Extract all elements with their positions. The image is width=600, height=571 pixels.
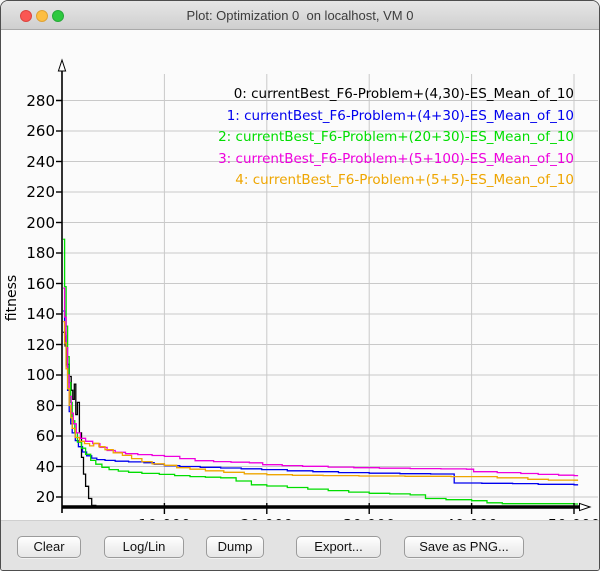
y-tick-label: 80 — [1, 397, 55, 415]
legend-entry-3: 3: currentBest_F6-Problem+(5+100)-ES_Mea… — [218, 149, 574, 171]
plot-window: Plot: Optimization 0 on localhost, VM 0 … — [0, 0, 600, 571]
button-bar: Clear Log/Lin Dump Export... Save as PNG… — [1, 520, 600, 571]
y-tick-label: 120 — [1, 336, 55, 354]
clear-button[interactable]: Clear — [17, 536, 81, 558]
series-line-0 — [63, 332, 578, 507]
legend-entry-0: 0: currentBest_F6-Problem+(4,30)-ES_Mean… — [218, 84, 574, 106]
y-tick-label: 280 — [1, 92, 55, 110]
window-title: Plot: Optimization 0 on localhost, VM 0 — [1, 1, 599, 30]
y-tick-label: 100 — [1, 366, 55, 384]
save-as-png-button[interactable]: Save as PNG... — [404, 536, 524, 558]
y-tick-label: 60 — [1, 427, 55, 445]
x-axis-arrow-icon — [580, 503, 591, 510]
legend: 0: currentBest_F6-Problem+(4,30)-ES_Mean… — [218, 84, 574, 192]
series-line-3 — [63, 288, 578, 476]
legend-entry-1: 1: currentBest_F6-Problem+(4+30)-ES_Mean… — [218, 106, 574, 128]
y-tick-label: 260 — [1, 122, 55, 140]
y-axis-title: fitness — [4, 275, 20, 321]
y-tick-label: 40 — [1, 458, 55, 476]
log-lin-button[interactable]: Log/Lin — [104, 536, 184, 558]
legend-entry-4: 4: currentBest_F6-Problem+(5+5)-ES_Mean_… — [218, 170, 574, 192]
dump-button[interactable]: Dump — [206, 536, 264, 558]
y-tick-label: 240 — [1, 153, 55, 171]
y-tick-label: 200 — [1, 214, 55, 232]
legend-entry-2: 2: currentBest_F6-Problem+(20+30)-ES_Mea… — [218, 127, 574, 149]
plot-panel[interactable]: 20406080100120140160180200220240260280 1… — [1, 30, 600, 520]
series-line-2 — [63, 239, 578, 504]
export-button[interactable]: Export... — [296, 536, 381, 558]
y-tick-label: 220 — [1, 183, 55, 201]
series-line-4 — [63, 322, 578, 481]
y-tick-label: 180 — [1, 244, 55, 262]
titlebar[interactable]: Plot: Optimization 0 on localhost, VM 0 — [1, 1, 599, 30]
y-tick-label: 20 — [1, 488, 55, 506]
y-axis-arrow-icon — [58, 60, 65, 71]
